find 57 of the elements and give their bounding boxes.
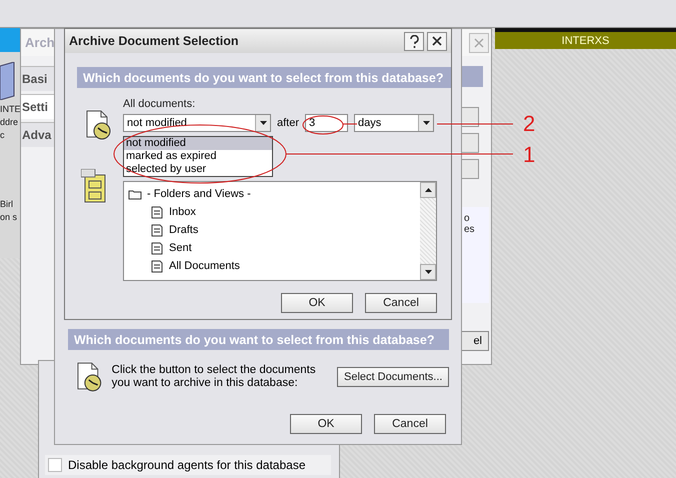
window-title: INTERXS [495, 32, 676, 49]
close-icon [432, 36, 442, 46]
dialog-button[interactable]: Cancel [365, 293, 437, 313]
tree-item[interactable]: Sent [128, 239, 416, 257]
dialog-button[interactable]: Cancel [374, 414, 446, 434]
scrollbar[interactable] [420, 182, 436, 280]
document-clock-icon [76, 362, 104, 392]
annotation-number: 1 [523, 144, 536, 166]
scroll-up-icon [424, 188, 432, 192]
document-clock-icon [85, 110, 113, 140]
dropdown-arrow-icon [422, 121, 430, 125]
tree-item[interactable]: Inbox [128, 203, 416, 221]
filing-cabinet-icon [81, 169, 107, 203]
dropdown-option[interactable]: not modified [124, 137, 272, 150]
tree-item[interactable]: - Folders and Views - [128, 185, 416, 203]
window-text: INTE [0, 103, 20, 116]
close-icon [474, 38, 484, 48]
window-title: Arch [25, 35, 55, 50]
checkbox-row[interactable]: Disable background agents for this database [45, 455, 331, 475]
help-icon [410, 34, 418, 48]
help-button[interactable] [404, 32, 424, 50]
window-text: ddre [0, 116, 20, 129]
checkbox[interactable] [48, 458, 62, 472]
dropdown-arrow-icon [424, 270, 432, 274]
title-bar [0, 28, 20, 52]
tree-item[interactable]: All Documents [128, 257, 416, 275]
unit-dropdown[interactable]: days [354, 114, 434, 132]
tree-item[interactable]: Drafts [128, 221, 416, 239]
after-label: after [277, 117, 300, 129]
document-icon [150, 206, 164, 218]
window-text: on s [0, 211, 18, 224]
folder-icon [128, 188, 142, 200]
prompt-text: Click the button to select the documents you want to archive in this database: [112, 364, 317, 390]
field-label: All documents: [123, 98, 196, 110]
panel-text: o [464, 213, 471, 224]
document-icon [150, 242, 164, 254]
section-heading: Which documents do you want to select from this database? [77, 67, 451, 88]
settings-tab[interactable]: Setti [21, 94, 55, 119]
settings-tab[interactable]: Adva [21, 122, 55, 147]
dialog-title: Archive Document Selection [69, 34, 238, 48]
dropdown-arrow-icon [260, 121, 266, 125]
checkbox-label: Disable background agents for this database [68, 458, 306, 472]
document-icon [150, 260, 164, 272]
annotation-number: 2 [523, 113, 536, 135]
section-heading: Which documents do you want to select from this database? [68, 329, 449, 350]
close-button[interactable] [427, 32, 447, 50]
dialog-button[interactable]: OK [281, 293, 353, 313]
window-text: Birl [0, 198, 14, 211]
panel-text: es [464, 224, 476, 235]
select-documents-button[interactable]: Select Documents... [337, 367, 449, 387]
document-icon [150, 224, 164, 236]
annotation-ellipse [302, 116, 344, 134]
dialog-button[interactable]: OK [290, 414, 362, 434]
settings-tab[interactable]: Basi [21, 66, 55, 91]
window-text: c [0, 129, 6, 142]
criterion-dropdown[interactable]: not modified [123, 114, 271, 132]
amount-input[interactable]: 3 [305, 114, 348, 132]
